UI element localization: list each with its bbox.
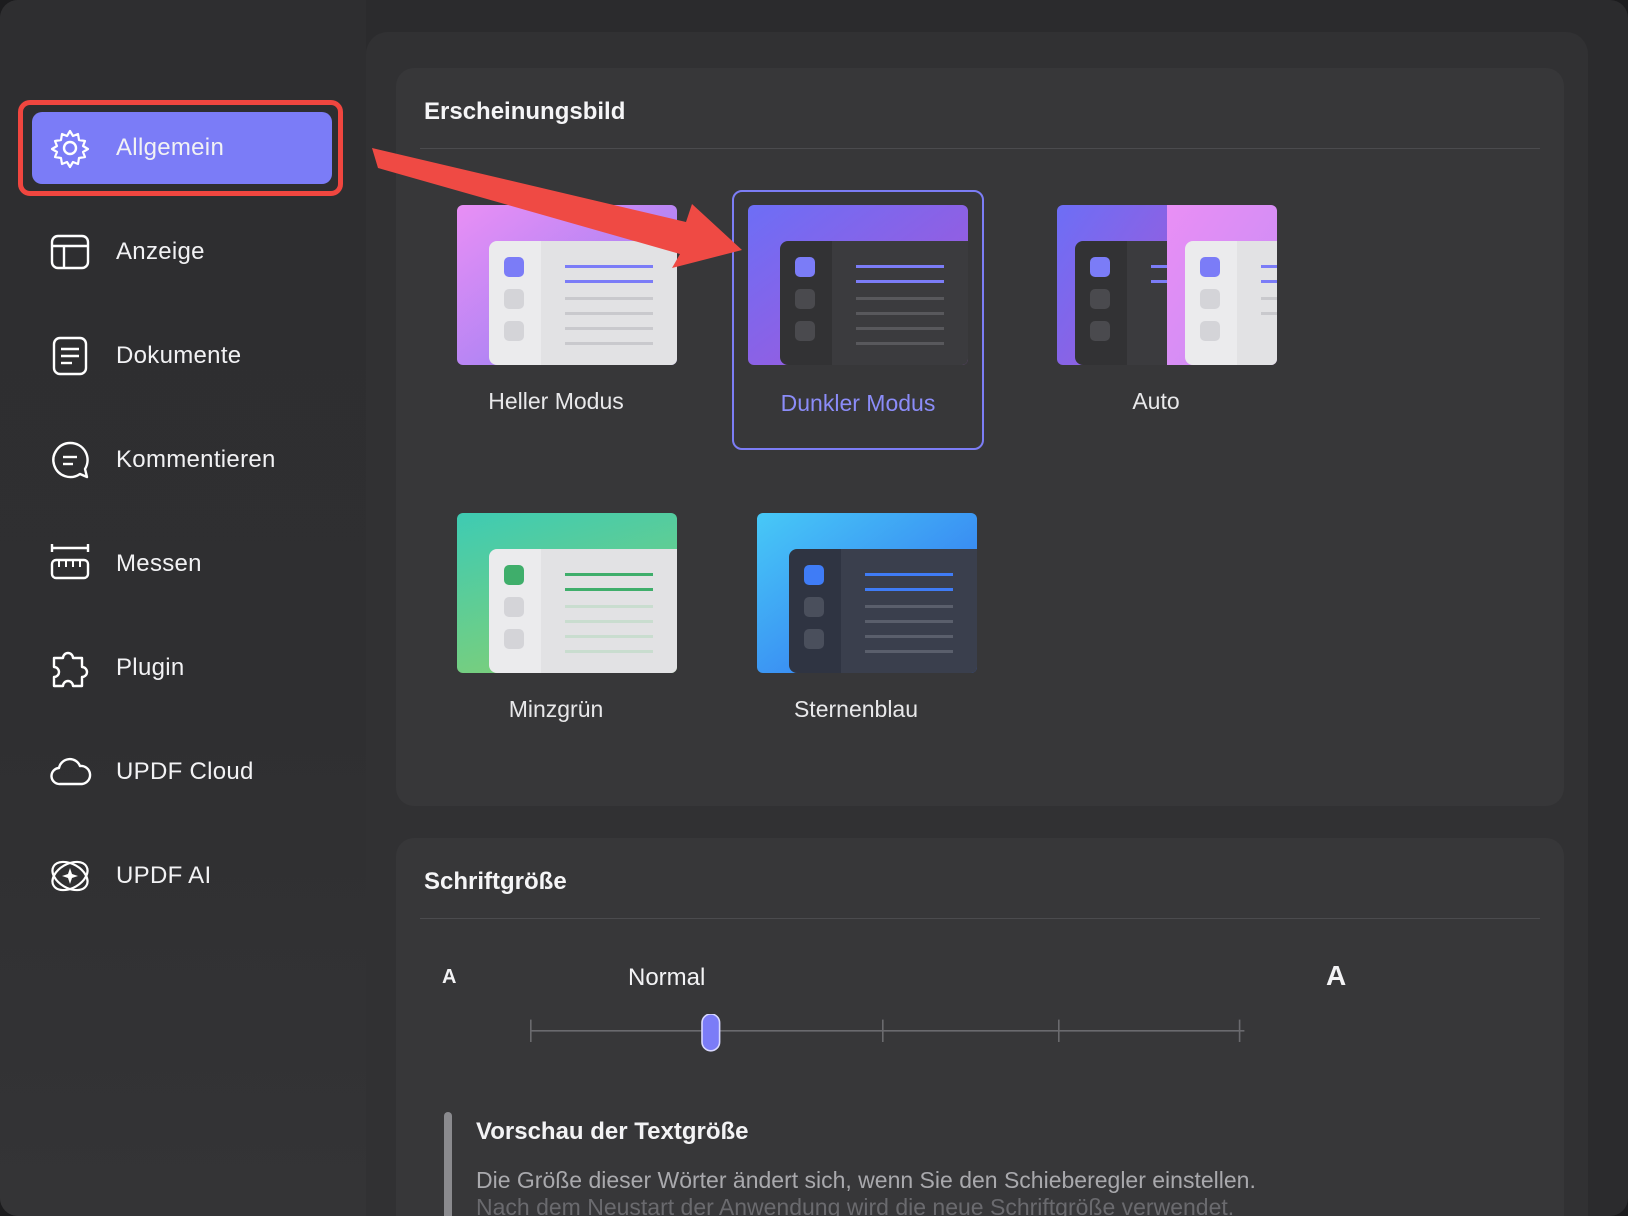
font-size-large-marker: A (1326, 960, 1347, 991)
sidebar-item-kommentieren[interactable]: Kommentieren (32, 424, 332, 496)
theme-label: Dunkler Modus (780, 390, 936, 416)
theme-label: Auto (1132, 388, 1180, 414)
auto-theme-thumbnail (1057, 205, 1277, 365)
font-size-current-label: Normal (628, 964, 706, 991)
settings-window: Allgemein Anzeige Dokumente Kommentieren… (0, 0, 1628, 1216)
sidebar-item-label: Dokumente (116, 342, 242, 369)
sidebar-item-dokumente[interactable]: Dokumente (32, 320, 332, 392)
sidebar-item-anzeige[interactable]: Anzeige (32, 216, 332, 288)
sidebar-item-label: UPDF Cloud (116, 758, 254, 785)
sidebar-item-label: Plugin (116, 654, 185, 681)
theme-label: Heller Modus (488, 388, 624, 414)
appearance-panel: Erscheinungsbild Heller Modus Dunkler Mo… (396, 68, 1564, 806)
appearance-title: Erscheinungsbild (424, 98, 626, 125)
theme-star-blue[interactable]: Sternenblau (730, 498, 982, 758)
dark-theme-thumbnail (748, 205, 968, 365)
light-theme-thumbnail (457, 205, 677, 365)
sidebar-item-label: Anzeige (116, 238, 205, 265)
preview-text: Die Größe dieser Wörter ändert sich, wen… (476, 1167, 1256, 1193)
theme-dark[interactable]: Dunkler Modus (732, 190, 984, 450)
ai-sparkle-icon (51, 860, 89, 892)
document-icon (52, 336, 88, 376)
theme-auto[interactable]: Auto (1030, 190, 1282, 450)
theme-label: Minzgrün (508, 696, 604, 722)
preview-indicator-bar (444, 1112, 452, 1216)
mint-theme-thumbnail (457, 513, 677, 673)
font-size-small-marker: A (442, 966, 457, 988)
annotation-highlight-box (18, 100, 343, 196)
comment-icon (52, 441, 89, 479)
sidebar-item-label: Kommentieren (116, 446, 276, 473)
sidebar-item-updf-ai[interactable]: UPDF AI (32, 840, 332, 912)
puzzle-icon (52, 651, 89, 688)
sidebar-item-label: Messen (116, 550, 202, 577)
layout-icon (50, 234, 90, 270)
divider (420, 918, 1540, 919)
preview-text-faded: Nach dem Neustart der Anwendung wird die… (476, 1194, 1235, 1216)
ruler-icon (50, 544, 90, 580)
starblue-theme-thumbnail (757, 513, 977, 673)
theme-light[interactable]: Heller Modus (430, 190, 682, 450)
theme-label: Sternenblau (793, 696, 919, 722)
font-size-title: Schriftgröße (424, 868, 567, 895)
sidebar-item-messen[interactable]: Messen (32, 528, 332, 600)
sidebar-item-updf-cloud[interactable]: UPDF Cloud (32, 736, 332, 808)
theme-mint-green[interactable]: Minzgrün (430, 498, 682, 758)
cloud-icon (50, 757, 92, 786)
divider (420, 148, 1540, 149)
sidebar-item-plugin[interactable]: Plugin (32, 632, 332, 704)
sidebar-item-label: UPDF AI (116, 862, 212, 889)
preview-title: Vorschau der Textgröße (476, 1118, 749, 1145)
slider-thumb[interactable] (701, 1014, 721, 1052)
font-size-slider[interactable] (440, 1014, 1332, 1054)
